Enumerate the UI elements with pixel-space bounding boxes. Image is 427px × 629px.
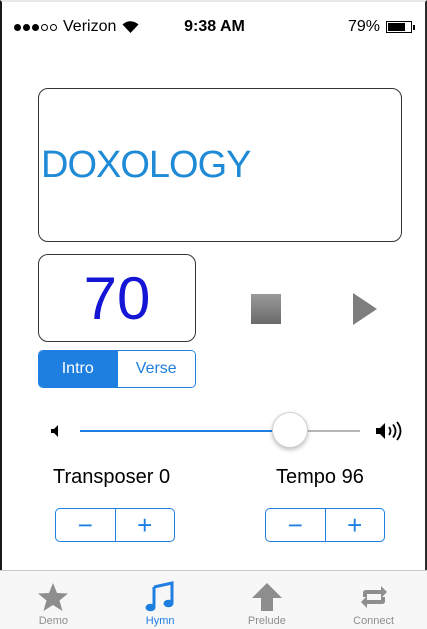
transposer-label: Transposer 0 <box>53 466 171 488</box>
tempo-increment-button[interactable]: + <box>324 509 385 541</box>
tab-connect[interactable]: Connect <box>320 571 427 629</box>
segment-verse[interactable]: Verse <box>116 351 195 387</box>
play-button[interactable] <box>353 293 377 325</box>
tab-prelude-label: Prelude <box>247 615 286 627</box>
volume-track-filled[interactable] <box>80 430 290 432</box>
tab-bar: Demo Hymn Prelude Connect <box>0 570 427 629</box>
tempo-stepper: − + <box>265 508 385 542</box>
transposer-increment-button[interactable]: + <box>114 509 175 541</box>
battery-fill <box>388 23 406 31</box>
status-time: 9:38 AM <box>184 18 245 35</box>
tab-demo[interactable]: Demo <box>0 571 107 629</box>
tab-hymn[interactable]: Hymn <box>107 571 214 629</box>
hymn-number: 70 <box>83 264 151 332</box>
hymn-title: DOXOLOGY <box>41 143 251 186</box>
tab-connect-label: Connect <box>353 615 395 627</box>
section-selector: Intro Verse <box>38 350 196 388</box>
battery-icon <box>386 21 415 33</box>
star-icon <box>38 583 69 611</box>
music-note-icon <box>145 581 174 612</box>
segment-intro[interactable]: Intro <box>39 351 117 387</box>
stop-button[interactable] <box>251 294 281 324</box>
tempo-label: Tempo 96 <box>276 466 364 488</box>
tab-demo-label: Demo <box>38 615 69 627</box>
volume-slider-thumb[interactable] <box>272 412 308 448</box>
repeat-icon <box>360 586 387 608</box>
wifi-icon <box>122 21 139 33</box>
carrier-label: Verizon <box>63 18 117 35</box>
transposer-decrement-button[interactable]: − <box>56 509 115 541</box>
tab-hymn-label: Hymn <box>145 615 175 627</box>
tempo-decrement-button[interactable]: − <box>266 509 325 541</box>
battery-percent: 79% <box>347 18 380 35</box>
signal-strength-icon <box>14 23 57 31</box>
tab-prelude[interactable]: Prelude <box>214 571 321 629</box>
hymn-number-box[interactable]: 70 <box>38 254 196 342</box>
hymn-title-box: DOXOLOGY <box>38 88 402 242</box>
speaker-high-icon <box>376 421 402 441</box>
transposer-stepper: − + <box>55 508 175 542</box>
up-arrow-icon <box>251 583 282 611</box>
speaker-low-icon <box>51 425 58 437</box>
status-bar: Verizon 9:38 AM 79% <box>14 14 415 40</box>
